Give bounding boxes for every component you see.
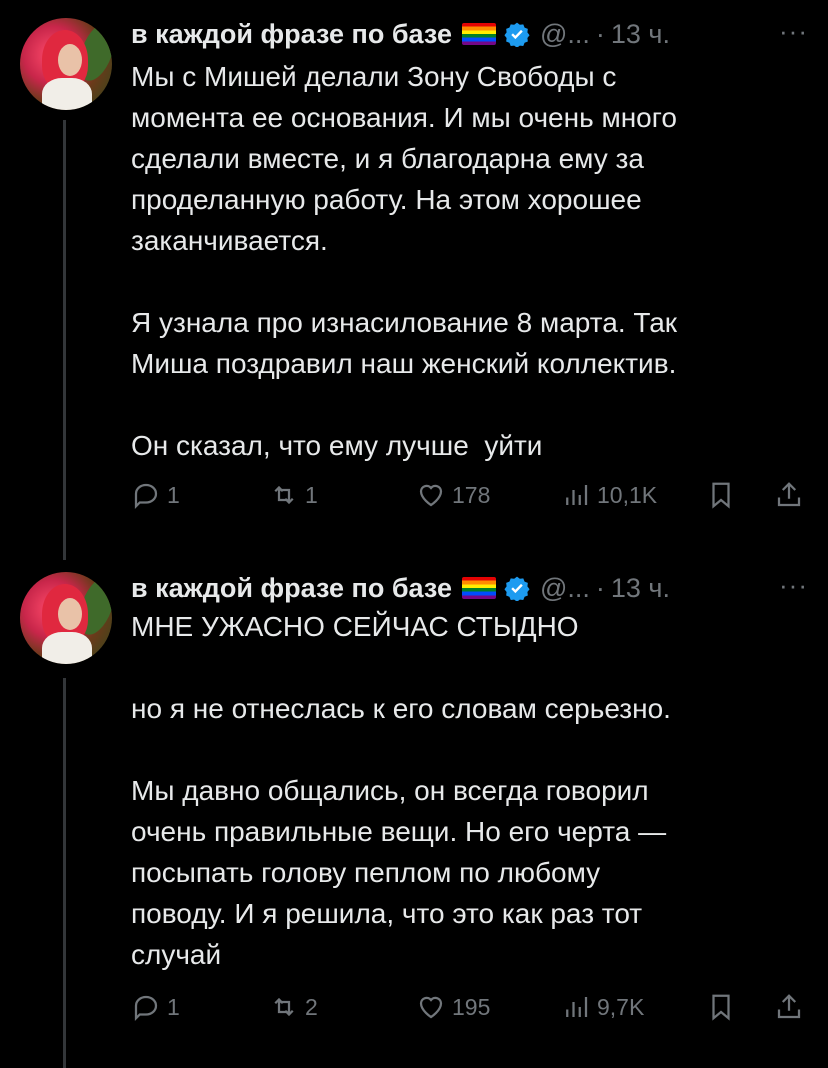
views-button[interactable]: 10,1K [561, 480, 657, 510]
bookmark-button[interactable] [706, 992, 736, 1022]
heart-icon [419, 996, 443, 1019]
share-button[interactable] [774, 480, 804, 510]
bookmark-icon [712, 994, 730, 1021]
bookmark-icon [712, 482, 730, 509]
repost-icon [274, 485, 294, 505]
thread-line [63, 678, 66, 1068]
share-icon [777, 994, 801, 1019]
reply-button[interactable]: 1 [131, 480, 180, 510]
heart-icon [419, 484, 443, 507]
views-count: 9,7K [597, 993, 645, 1020]
reply-count: 1 [167, 993, 180, 1020]
avatar[interactable] [20, 18, 112, 110]
action-bar: 1 2 195 9,7K [131, 992, 811, 1032]
like-count: 178 [452, 481, 491, 508]
repost-icon [274, 997, 294, 1017]
rainbow-flag-icon [461, 577, 496, 599]
views-chart-icon [566, 997, 588, 1017]
verified-badge-icon [504, 22, 530, 47]
thread-line [63, 120, 66, 560]
separator-dot: · [595, 18, 605, 49]
author-handle[interactable]: @... [540, 19, 590, 50]
separator-dot: · [595, 572, 605, 603]
tweet-text: МНЕ УЖАСНО СЕЙЧАС СТЫДНО но я не отнесла… [131, 611, 671, 970]
verified-badge-icon [504, 576, 530, 601]
repost-button[interactable]: 1 [269, 480, 318, 510]
rainbow-flag-icon [461, 23, 496, 45]
tweet-header: в каждой фразе по базе @... · 13 ч. [131, 14, 670, 54]
author-name[interactable]: в каждой фразе по базе [131, 573, 452, 604]
reply-count: 1 [167, 481, 180, 508]
tweet-header: в каждой фразе по базе @... · 13 ч. [131, 568, 670, 608]
reply-icon [134, 483, 158, 509]
views-count: 10,1K [597, 481, 658, 508]
avatar[interactable] [20, 572, 112, 664]
reply-icon [134, 995, 158, 1021]
like-button[interactable]: 195 [416, 992, 490, 1022]
views-chart-icon [566, 485, 588, 505]
timestamp[interactable]: 13 ч. [611, 573, 670, 604]
action-bar: 1 1 178 10,1K [131, 480, 811, 520]
views-button[interactable]: 9,7K [561, 992, 644, 1022]
timestamp[interactable]: 13 ч. [611, 19, 670, 50]
more-options-icon[interactable]: ··· [779, 570, 808, 601]
like-count: 195 [452, 993, 491, 1020]
author-handle[interactable]: @... [540, 573, 590, 604]
share-icon [777, 482, 801, 507]
author-name[interactable]: в каждой фразе по базе [131, 19, 452, 50]
repost-count: 2 [305, 993, 318, 1020]
share-button[interactable] [774, 992, 804, 1022]
tweet-text: Мы с Мишей делали Зону Свободы с момента… [131, 61, 678, 461]
repost-button[interactable]: 2 [269, 992, 318, 1022]
bookmark-button[interactable] [706, 480, 736, 510]
repost-count: 1 [305, 481, 318, 508]
more-options-icon[interactable]: ··· [779, 16, 808, 47]
reply-button[interactable]: 1 [131, 992, 180, 1022]
like-button[interactable]: 178 [416, 480, 490, 510]
